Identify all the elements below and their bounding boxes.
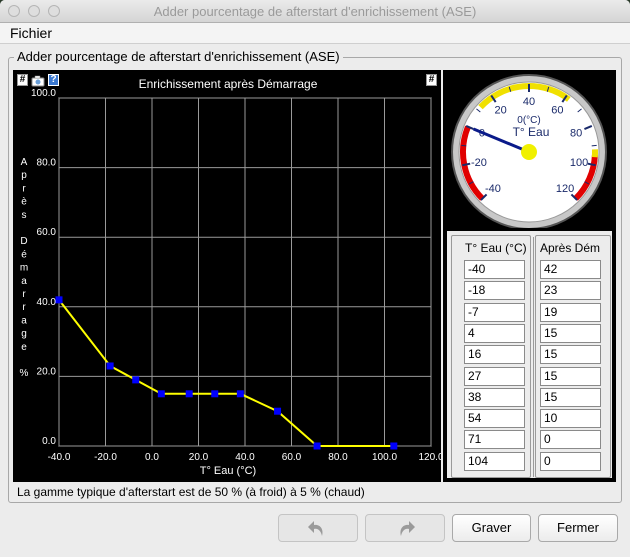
value-cell[interactable]: 15 bbox=[540, 366, 601, 386]
ase-chart[interactable]: Enrichissement après Démarrage 0.0 20.0 40… bbox=[13, 70, 441, 482]
y-axis-label-letter: r bbox=[22, 289, 26, 300]
temp-cell[interactable]: 71 bbox=[464, 430, 525, 450]
x-tick-label: 0.0 bbox=[145, 452, 159, 463]
undo-icon bbox=[308, 521, 323, 536]
gauge-hub bbox=[521, 144, 537, 160]
data-point[interactable] bbox=[55, 296, 63, 304]
series-line bbox=[58, 299, 394, 447]
y-axis-label-letter: g bbox=[21, 329, 27, 340]
x-tick-label: 80.0 bbox=[328, 452, 348, 463]
y-tick-label: 80.0 bbox=[37, 158, 57, 169]
x-tick-label: 120.0 bbox=[418, 452, 441, 463]
gauge-tick-label: 120 bbox=[556, 183, 574, 195]
data-point[interactable] bbox=[313, 442, 321, 450]
y-axis-label-letter: e bbox=[21, 342, 27, 353]
y-axis-label-letter: é bbox=[21, 249, 27, 260]
x-tick-label: 60.0 bbox=[282, 452, 302, 463]
y-tick-label: 20.0 bbox=[37, 366, 57, 377]
temp-cell[interactable]: 16 bbox=[464, 345, 525, 365]
chart-panel: # ? # Enrichissement après Démarrage 0.0… bbox=[13, 70, 441, 482]
temp-cell[interactable]: -18 bbox=[464, 281, 525, 301]
menu-bar: Fichier bbox=[0, 23, 630, 44]
x-tick-label: -20.0 bbox=[94, 452, 117, 463]
y-axis-label-letter: r bbox=[22, 183, 26, 194]
close-button[interactable]: Fermer bbox=[538, 514, 618, 542]
x-tick-label: 20.0 bbox=[189, 452, 209, 463]
temp-cell[interactable]: 104 bbox=[464, 451, 525, 471]
value-cell[interactable]: 10 bbox=[540, 409, 601, 429]
data-point[interactable] bbox=[185, 390, 193, 398]
value-cell[interactable]: 23 bbox=[540, 281, 601, 301]
y-tick-label: 0.0 bbox=[42, 436, 56, 447]
y-axis-label-letter: r bbox=[22, 302, 26, 313]
window-title: Adder pourcentage de afterstart d'enrich… bbox=[153, 4, 477, 19]
value-cell[interactable]: 0 bbox=[540, 451, 601, 471]
data-point[interactable] bbox=[236, 390, 244, 398]
x-axis-label: T° Eau (°C) bbox=[200, 465, 256, 477]
data-point[interactable] bbox=[390, 442, 398, 450]
value-cell[interactable]: 0 bbox=[540, 430, 601, 450]
y-axis-label-letter: D bbox=[20, 236, 27, 247]
y-tick-label: 60.0 bbox=[37, 227, 57, 238]
undo-button[interactable] bbox=[278, 514, 358, 542]
y-axis-label-letter: s bbox=[22, 210, 27, 221]
temp-cell[interactable]: 27 bbox=[464, 366, 525, 386]
status-text: La gamme typique d'afterstart est de 50 … bbox=[17, 485, 365, 499]
temp-cell[interactable]: -7 bbox=[464, 302, 525, 322]
y-axis-label-letter: % bbox=[20, 368, 29, 379]
redo-button[interactable] bbox=[365, 514, 445, 542]
x-tick-label: 40.0 bbox=[235, 452, 255, 463]
y-axis-label-letter: m bbox=[20, 263, 28, 274]
y-axis-label-letter: p bbox=[21, 170, 27, 181]
data-point[interactable] bbox=[157, 390, 165, 398]
temp-cell[interactable]: 54 bbox=[464, 409, 525, 429]
y-axis-label-letter: a bbox=[21, 315, 27, 326]
gauge-tick-label: 60 bbox=[551, 105, 563, 117]
chart-title: Enrichissement après Démarrage bbox=[139, 77, 318, 91]
redo-icon bbox=[400, 521, 415, 536]
data-point[interactable] bbox=[106, 362, 114, 370]
gauge-tick-label: -20 bbox=[471, 157, 487, 169]
value-cell[interactable]: 15 bbox=[540, 323, 601, 343]
menu-file[interactable]: Fichier bbox=[10, 25, 52, 41]
value-cell[interactable]: 19 bbox=[540, 302, 601, 322]
value-cell[interactable]: 42 bbox=[540, 260, 601, 279]
main-window: Adder pourcentage de afterstart d'enrich… bbox=[0, 0, 630, 557]
gauge-tick-label: 100 bbox=[570, 157, 588, 169]
temp-cell[interactable]: 38 bbox=[464, 387, 525, 407]
gauge-tick-label: 20 bbox=[495, 105, 507, 117]
x-tick-label: 100.0 bbox=[372, 452, 397, 463]
gauge-tick-label: -40 bbox=[485, 183, 501, 195]
x-tick-label: -40.0 bbox=[48, 452, 71, 463]
value-cell[interactable]: 15 bbox=[540, 387, 601, 407]
data-point[interactable] bbox=[211, 390, 219, 398]
y-tick-label: 40.0 bbox=[37, 297, 57, 308]
y-axis-label-letter: A bbox=[21, 157, 28, 168]
gauge-tick-label: 80 bbox=[570, 127, 582, 139]
group-title: Adder pourcentage de afterstart d'enrich… bbox=[14, 49, 343, 64]
gauge-tick-label: 40 bbox=[523, 96, 535, 108]
gauge-title: T° Eau bbox=[513, 125, 550, 139]
value-cell[interactable]: 15 bbox=[540, 345, 601, 365]
title-bar: Adder pourcentage de afterstart d'enrich… bbox=[0, 0, 630, 23]
data-point[interactable] bbox=[274, 407, 282, 415]
write-button[interactable]: Graver bbox=[452, 514, 531, 542]
temp-cell[interactable]: 4 bbox=[464, 323, 525, 343]
temperature-gauge: -40-20020406080100120 0(°C) T° Eau bbox=[451, 74, 607, 228]
data-point[interactable] bbox=[132, 376, 140, 384]
temp-cell[interactable]: -40 bbox=[464, 260, 525, 279]
values-table: T° Eau (°C) Après Dém -40 42 -18 23 -7 19 4 15 1… bbox=[445, 229, 614, 480]
y-tick-label: 100.0 bbox=[31, 88, 56, 99]
column-divider bbox=[533, 237, 534, 477]
y-axis-label-letter: è bbox=[21, 197, 27, 208]
y-axis-label-letter: a bbox=[21, 276, 27, 287]
